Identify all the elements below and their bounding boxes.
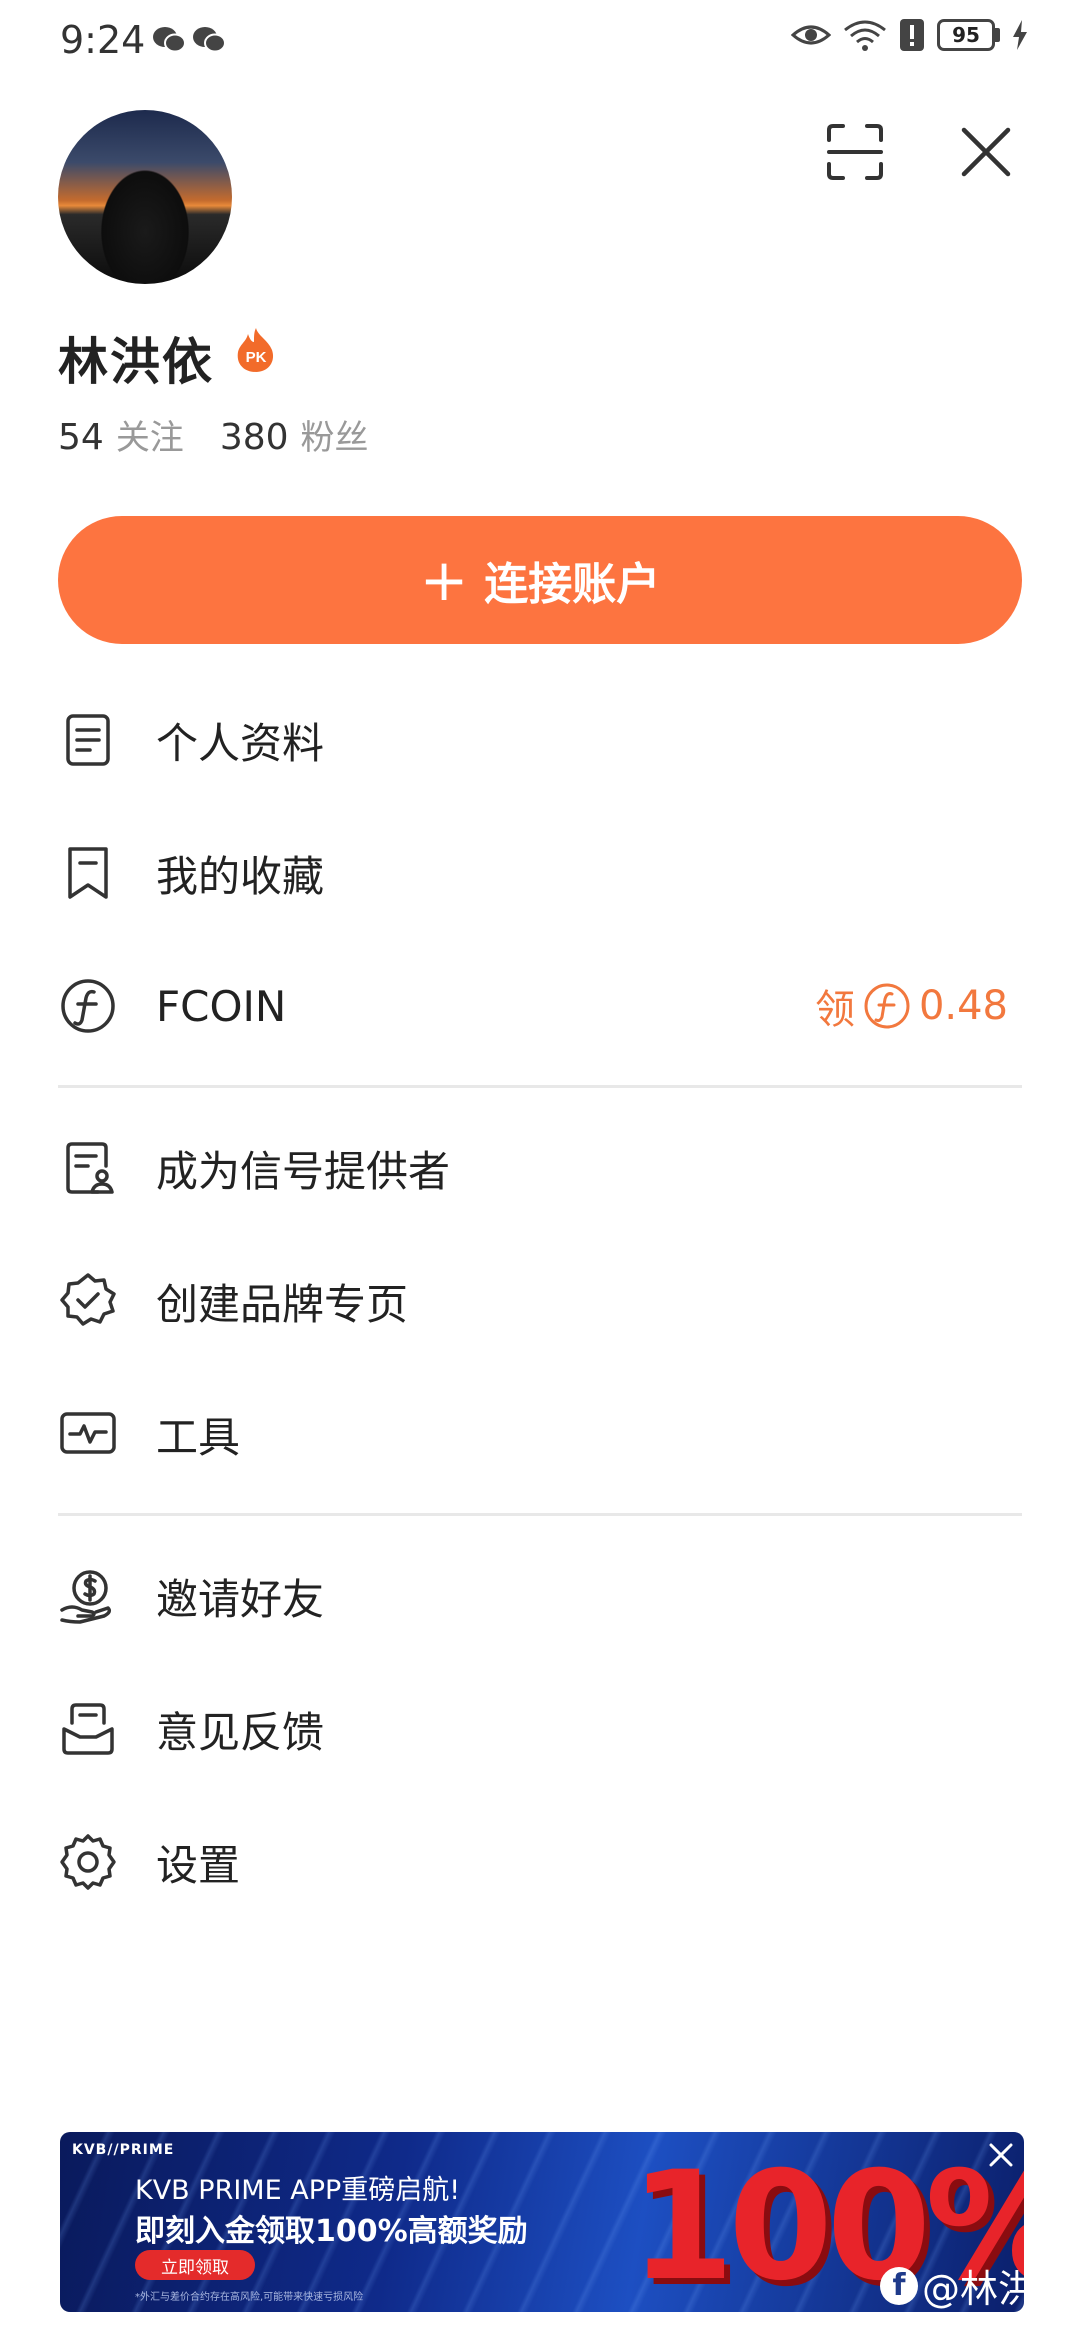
follow-count[interactable]: 54 (58, 417, 104, 458)
menu-item-settings[interactable]: 设置 (58, 1812, 1022, 1912)
menu-item-signal-provider[interactable]: 成为信号提供者 (58, 1118, 1022, 1218)
fcoin-coin-icon (864, 983, 910, 1029)
battery-level: 95 (937, 19, 995, 51)
connect-account-button[interactable]: + 连接账户 (58, 516, 1022, 644)
gear-icon (60, 1834, 116, 1890)
document-icon (66, 714, 110, 766)
stats: 54 关注 380 粉丝 (58, 410, 369, 459)
divider (58, 1085, 1022, 1088)
ad-disclaimer: *外汇与差价合约存在高风险,可能带来快速亏损风险 (135, 2292, 364, 2303)
ad-subheadline: 即刻入金领取100%高额奖励 (135, 2214, 528, 2249)
menu-item-feedback[interactable]: 意见反馈 (58, 1679, 1022, 1779)
ad-brand: KVB//PRIME (72, 2142, 175, 2158)
menu-item-invite-friends[interactable]: 邀请好友 (58, 1546, 1022, 1646)
menu-item-fcoin[interactable]: FCOIN 领 0.48 (58, 956, 1022, 1056)
close-icon[interactable] (958, 124, 1014, 180)
fcoin-claim[interactable]: 领 0.48 (815, 977, 1008, 1035)
avatar[interactable] (58, 110, 232, 284)
status-time: 9:24 (60, 18, 146, 62)
ad-close-icon[interactable] (984, 2138, 1018, 2172)
charging-icon (1013, 20, 1027, 50)
menu-label: 意见反馈 (156, 1707, 325, 1757)
username: 林洪依 (58, 333, 214, 391)
menu-label: 个人资料 (156, 718, 325, 768)
status-bar: 9:24 95 (0, 0, 1080, 80)
eye-icon (791, 25, 831, 45)
invite-money-icon (60, 1570, 112, 1624)
follow-label[interactable]: 关注 (116, 410, 184, 459)
wifi-icon (844, 20, 886, 51)
tools-icon (60, 1412, 116, 1454)
status-icons: 95 (791, 18, 1028, 52)
menu-label: 邀请好友 (156, 1574, 325, 1624)
alert-icon (900, 19, 924, 51)
battery-icon: 95 (937, 19, 1000, 51)
bookmark-icon (68, 847, 108, 899)
pk-fire-badge-icon[interactable]: PK (234, 326, 278, 374)
divider (58, 1513, 1022, 1516)
fcoin-claim-label: 领 (814, 987, 855, 1033)
scan-icon[interactable] (825, 122, 885, 182)
menu-label: 创建品牌专页 (156, 1279, 409, 1329)
menu-item-create-brand-page[interactable]: 创建品牌专页 (58, 1251, 1022, 1351)
wechat-icon (193, 27, 226, 53)
wechat-icon (153, 27, 186, 53)
menu-label: FCOIN (156, 981, 287, 1031)
menu-item-favorites[interactable]: 我的收藏 (58, 823, 1022, 923)
menu-label: 成为信号提供者 (156, 1146, 451, 1196)
fans-label[interactable]: 粉丝 (301, 410, 369, 459)
feedback-icon (62, 1703, 114, 1755)
pk-badge-text: PK (246, 349, 267, 366)
watermark-logo-icon: f (880, 2266, 918, 2305)
menu-item-profile[interactable]: 个人资料 (58, 690, 1022, 790)
connect-account-label: 连接账户 (484, 559, 661, 610)
menu-label: 工具 (156, 1412, 241, 1462)
watermark-text: @林洪依 (922, 2267, 1075, 2311)
menu-item-tools[interactable]: 工具 (58, 1384, 1022, 1484)
menu-label: 我的收藏 (156, 851, 325, 901)
ad-cta-button[interactable]: 立即领取 (135, 2250, 255, 2280)
fcoin-value: 0.48 (918, 983, 1008, 1029)
plus-icon: + (419, 546, 469, 614)
ad-headline: KVB PRIME APP重磅启航! (135, 2175, 461, 2206)
fans-count[interactable]: 380 (220, 417, 289, 458)
badge-check-icon (60, 1273, 116, 1326)
watermark: f @林洪依 (880, 2258, 1074, 2313)
menu-label: 设置 (156, 1840, 241, 1890)
signal-provider-icon (66, 1142, 114, 1194)
fcoin-icon (61, 979, 115, 1033)
